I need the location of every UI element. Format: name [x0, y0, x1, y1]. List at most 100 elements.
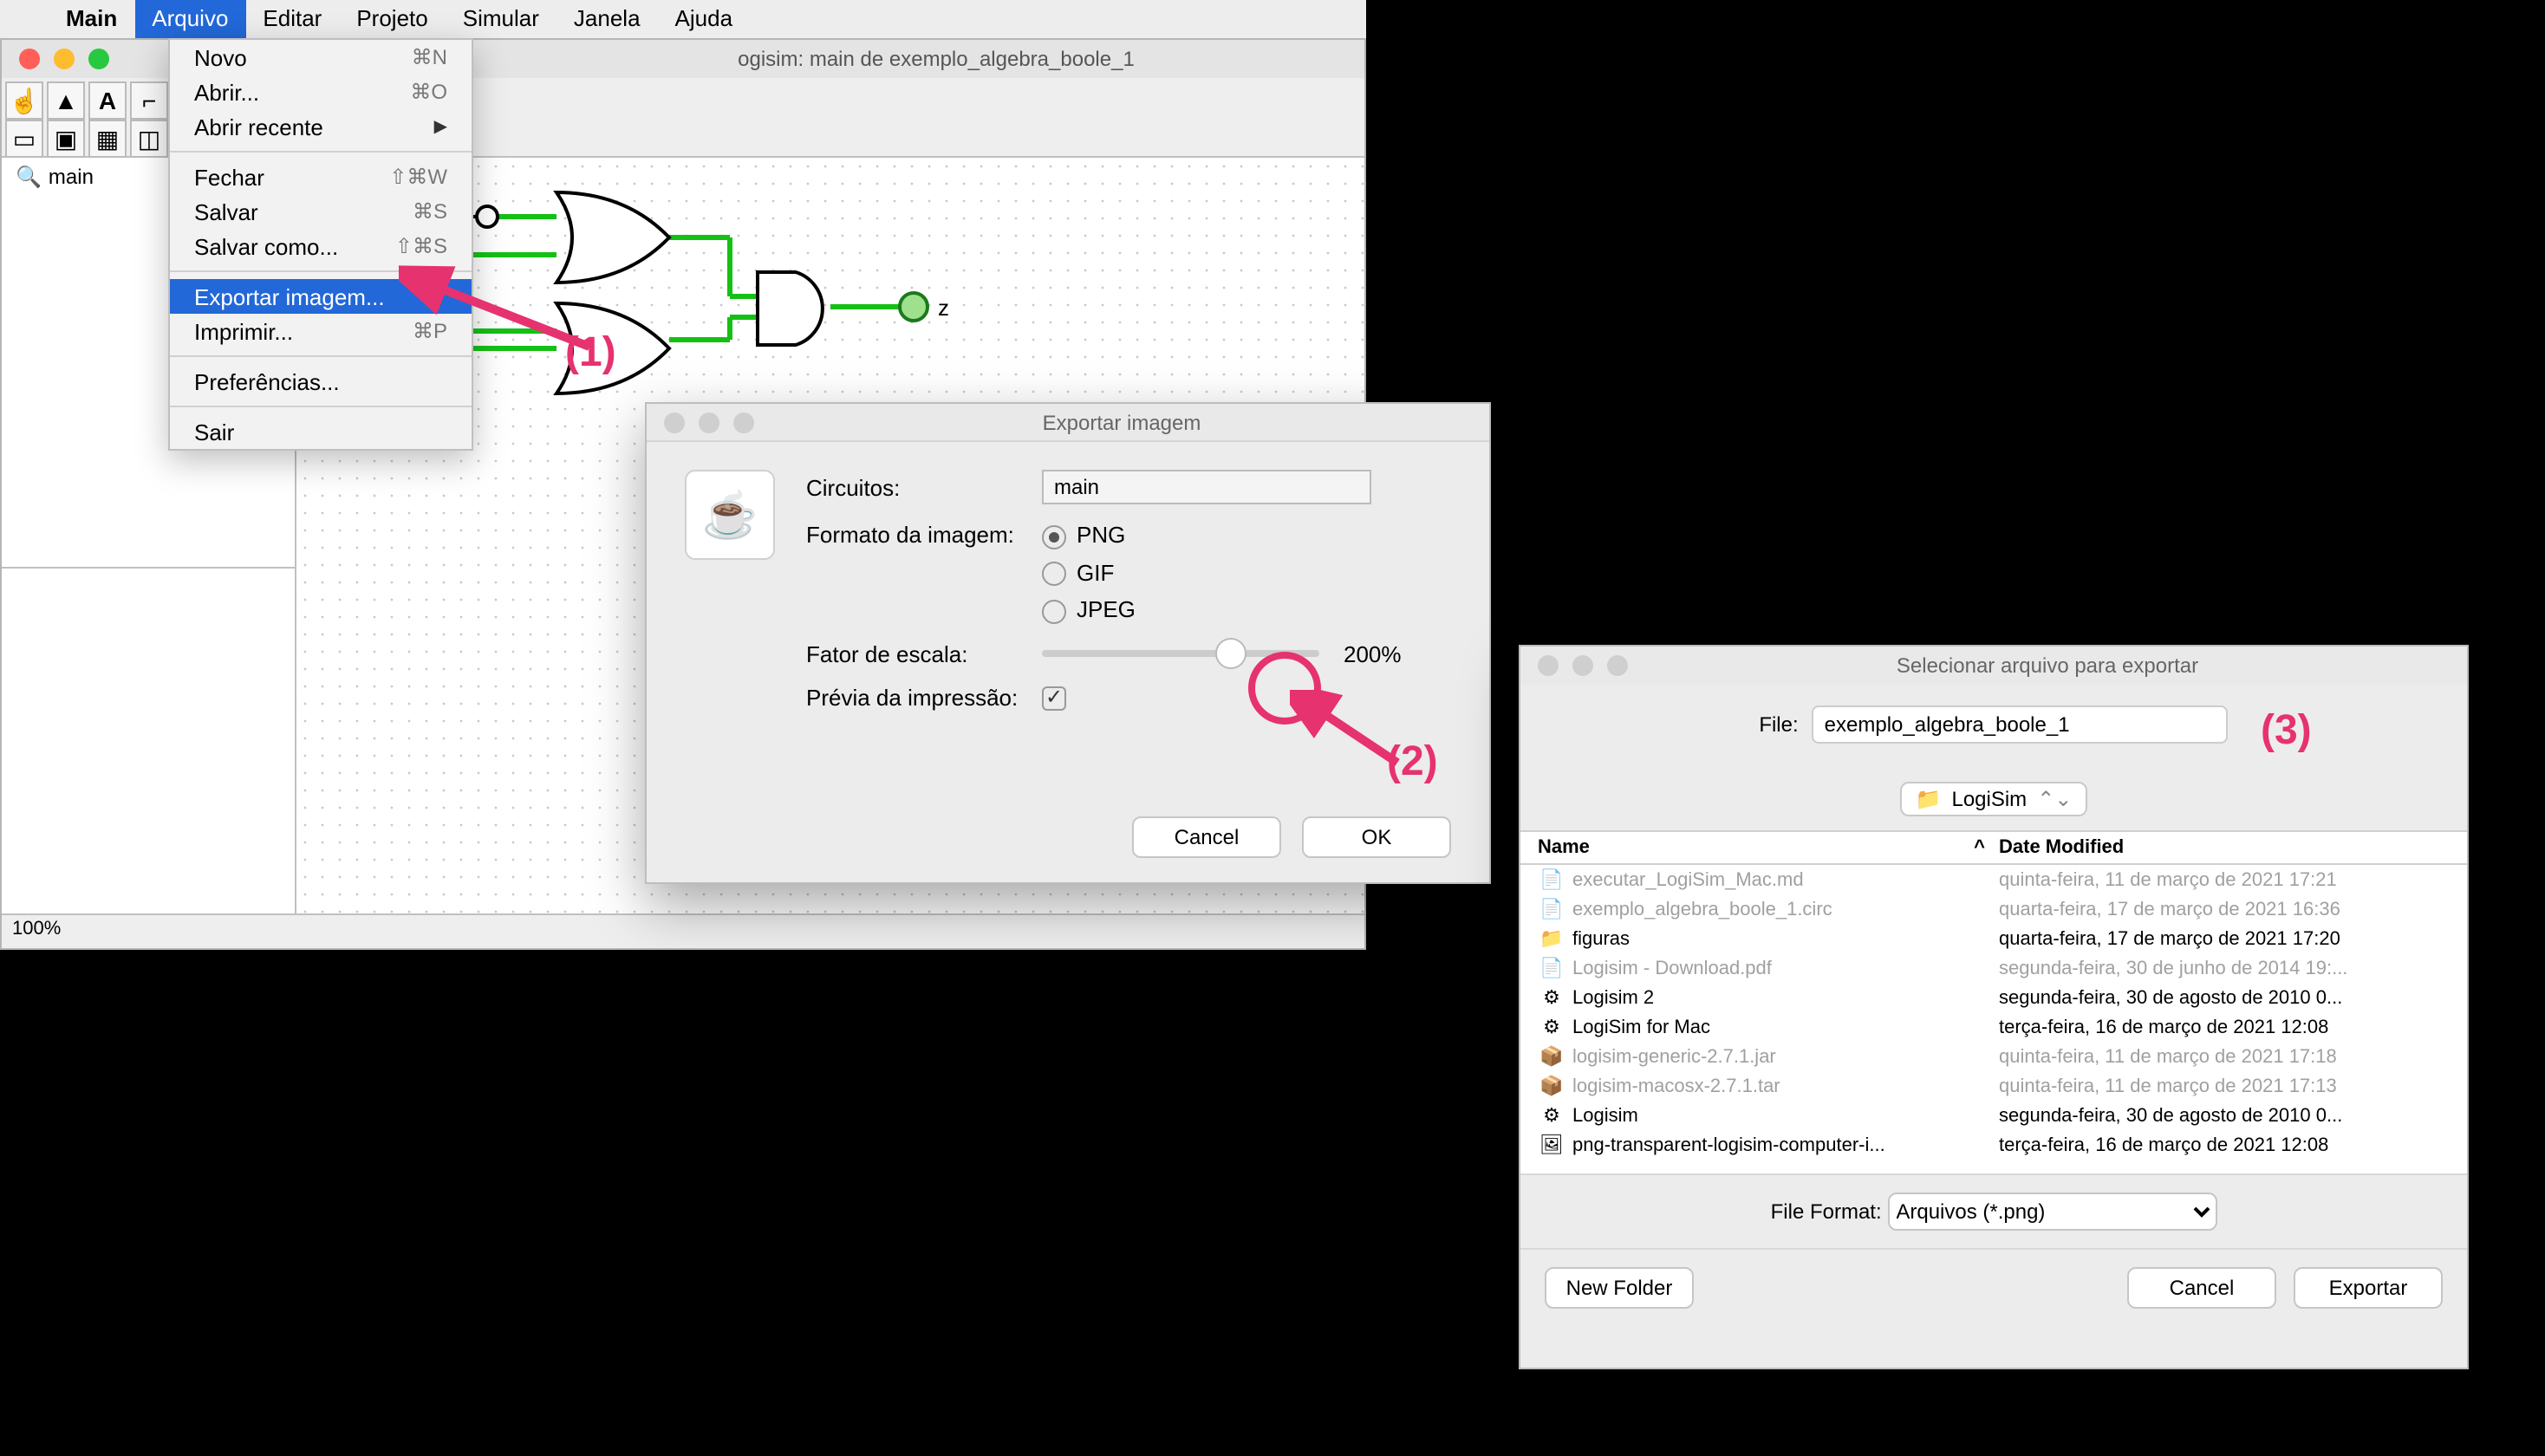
file-date: quinta-feira, 11 de março de 2021 17:21 [1999, 869, 2450, 890]
new-folder-button[interactable]: New Folder [1545, 1267, 1694, 1309]
menu-shortcut: ⌘N [412, 45, 447, 69]
file-row[interactable]: ⚙Logisim 2segunda-feira, 30 de agosto de… [1520, 983, 2467, 1012]
menu-item[interactable]: Fechar⇧⌘W [170, 159, 472, 194]
tool-6[interactable]: ▣ [47, 120, 85, 158]
file-name: executar_LogiSim_Mac.md [1572, 869, 1999, 890]
radio-jpeg[interactable] [1042, 599, 1066, 623]
scale-label: Fator de escala: [806, 640, 1042, 666]
preview-checkbox[interactable] [1042, 687, 1066, 712]
tree-item-label: main [49, 165, 94, 189]
menu-item-label: Exportar imagem... [194, 283, 385, 309]
menu-ajuda[interactable]: Ajuda [658, 0, 751, 38]
minimize-icon [699, 412, 719, 432]
text-tool[interactable]: A [88, 81, 127, 120]
tool-8[interactable]: ◫ [130, 120, 168, 158]
menu-simular[interactable]: Simular [446, 0, 557, 38]
menu-item[interactable]: Abrir...⌘O [170, 75, 472, 109]
ok-button[interactable]: OK [1302, 816, 1451, 858]
menu-item-label: Fechar [194, 164, 264, 190]
tool-7[interactable]: ▦ [88, 120, 127, 158]
not-gate-bubble [477, 206, 498, 227]
file-icon: 📄 [1538, 868, 1565, 891]
zoom-icon[interactable] [88, 49, 109, 69]
menu-item-label: Sair [194, 419, 234, 445]
radio-png[interactable] [1042, 524, 1066, 549]
menu-item[interactable]: Novo ⌘N [170, 40, 472, 75]
file-icon: ⚙ [1538, 1016, 1565, 1038]
tool-5[interactable]: ▭ [5, 120, 43, 158]
menu-item[interactable]: Sair [170, 414, 472, 449]
radio-gif-label: GIF [1077, 559, 1114, 585]
preview-label: Prévia da impressão: [806, 685, 1042, 711]
radio-gif[interactable] [1042, 562, 1066, 586]
file-date: quinta-feira, 11 de março de 2021 17:18 [1999, 1046, 2450, 1067]
file-row: 📄exemplo_algebra_boole_1.circquarta-feir… [1520, 894, 2467, 924]
menu-item-label: Salvar como... [194, 233, 338, 259]
menu-projeto[interactable]: Projeto [339, 0, 445, 38]
cancel-button[interactable]: Cancel [2127, 1267, 2276, 1309]
output-pin [900, 293, 928, 321]
export-button[interactable]: Exportar [2294, 1267, 2443, 1309]
file-date: quarta-feira, 17 de março de 2021 16:36 [1999, 899, 2450, 920]
file-format-label: File Format: [1771, 1199, 1882, 1224]
menu-janela[interactable]: Janela [557, 0, 658, 38]
file-row[interactable]: 📁figurasquarta-feira, 17 de março de 202… [1520, 924, 2467, 953]
close-icon[interactable] [664, 412, 685, 432]
file-name: figuras [1572, 928, 1999, 949]
menu-item-label: Novo [194, 44, 247, 70]
file-list[interactable]: 📄executar_LogiSim_Mac.mdquinta-feira, 11… [1520, 865, 2467, 1173]
col-name: Name [1538, 837, 1590, 858]
close-icon[interactable] [1538, 655, 1559, 676]
circuits-select[interactable]: main [1042, 470, 1371, 504]
menu-item-label: Preferências... [194, 368, 340, 394]
menu-item[interactable]: Salvar ⌘S [170, 194, 472, 229]
menu-main[interactable]: Main [49, 0, 134, 38]
scale-value: 200% [1344, 640, 1402, 666]
magnifier-icon: 🔍 [16, 165, 42, 189]
file-row[interactable]: ⚙LogiSim for Macterça-feira, 16 de março… [1520, 1012, 2467, 1042]
properties-pane [2, 567, 295, 913]
sort-icon: ^ [1974, 837, 1985, 858]
traffic-lights[interactable] [2, 49, 109, 69]
menu-item[interactable]: Abrir recente ▶ [170, 109, 472, 144]
file-row[interactable]: 🖼png-transparent-logisim-computer-i...te… [1520, 1130, 2467, 1160]
tool-4[interactable]: ⌐ [130, 81, 168, 120]
close-icon[interactable] [19, 49, 40, 69]
file-icon: 🖼 [1538, 1134, 1565, 1156]
minimize-icon[interactable] [54, 49, 75, 69]
file-date: segunda-feira, 30 de junho de 2014 19:..… [1999, 958, 2450, 978]
save-panel: Selecionar arquivo para exportar File: 📁… [1519, 645, 2469, 1369]
file-list-header[interactable]: Name ^ Date Modified [1520, 830, 2467, 865]
file-name: Logisim [1572, 1105, 1999, 1126]
radio-jpeg-label: JPEG [1077, 596, 1136, 622]
menu-item[interactable]: Salvar como...⇧⌘S [170, 229, 472, 263]
radio-png-label: PNG [1077, 522, 1125, 548]
file-icon: 📁 [1538, 927, 1565, 950]
submenu-arrow-icon: ▶ [434, 117, 447, 136]
file-name: LogiSim for Mac [1572, 1017, 1999, 1037]
file-date: segunda-feira, 30 de agosto de 2010 0... [1999, 987, 2450, 1008]
menu-editar[interactable]: Editar [245, 0, 339, 38]
menu-item-label: Abrir... [194, 79, 259, 105]
file-name: logisim-macosx-2.7.1.tar [1572, 1076, 1999, 1096]
select-tool[interactable]: ▲ [47, 81, 85, 120]
file-name-input[interactable] [1813, 705, 2229, 744]
file-row: 📦logisim-generic-2.7.1.jarquinta-feira, … [1520, 1042, 2467, 1071]
menu-item-label: Abrir recente [194, 114, 323, 140]
file-row[interactable]: ⚙Logisimsegunda-feira, 30 de agosto de 2… [1520, 1101, 2467, 1130]
menu-arquivo[interactable]: Arquivo [134, 0, 245, 38]
file-name: logisim-generic-2.7.1.jar [1572, 1046, 1999, 1067]
menu-shortcut: ⌘S [413, 199, 447, 224]
circuits-label: Circuitos: [806, 474, 1042, 500]
file-row: 📄 executar_LogiSim_Mac.mdquinta-feira, 11… [1520, 865, 2467, 894]
file-format-select[interactable]: Arquivos (*.png) [1887, 1193, 2216, 1231]
col-date: Date Modified [1999, 837, 2450, 858]
cancel-button[interactable]: Cancel [1132, 816, 1281, 858]
arquivo-dropdown: Novo⌘NAbrir...⌘OAbrir recente▶Fechar⇧⌘WS… [168, 38, 473, 451]
annotation-label-1: (1) [565, 329, 616, 378]
and-gate [758, 272, 823, 345]
poke-tool[interactable]: ☝ [5, 81, 43, 120]
zoom-level: 100% [12, 919, 61, 939]
menu-item-label: Salvar [194, 198, 258, 224]
folder-select[interactable]: 📁 LogiSim ⌃⌄ [1900, 782, 2088, 816]
